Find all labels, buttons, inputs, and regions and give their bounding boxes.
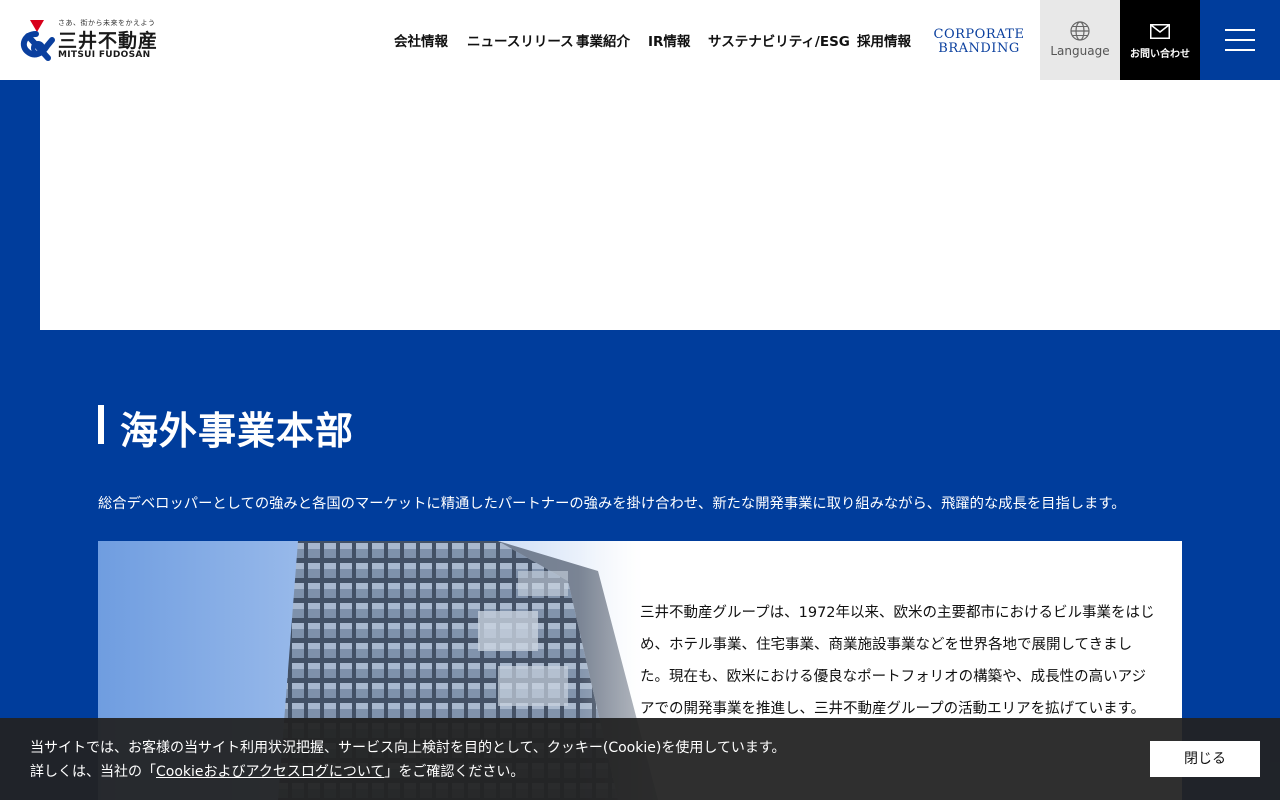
nav-item-recruit[interactable]: 採用情報 [857,0,911,80]
site-header: さあ、街から未来をかえよう 三井不動産 MITSUI FUDOSAN 会社情報 … [0,0,1280,80]
nav-label: ニュースリリース [467,34,574,50]
hamburger-menu-icon [1225,49,1255,51]
cookie-message: 当サイトでは、お客様の当サイト利用状況把握、サービス向上検討を目的として、クッキ… [30,736,786,784]
cookie-banner: 当サイトでは、お客様の当サイト利用状況把握、サービス向上検討を目的として、クッキ… [0,718,1280,800]
cookie-line-1: 当サイトでは、お客様の当サイト利用状況把握、サービス向上検討を目的として、クッキ… [30,740,786,756]
logo-ampersand-icon [20,20,55,61]
mail-icon [1150,24,1170,39]
section-title: 海外事業本部 [120,409,355,453]
hero-panel [40,80,1280,330]
nav-item-company[interactable]: 会社情報 [394,0,448,80]
contact-label: お問い合わせ [1130,49,1190,60]
hamburger-menu-icon [1225,39,1255,41]
globe-icon [1070,21,1090,41]
cookie-close-button[interactable]: 閉じる [1150,741,1260,777]
nav-label: 事業紹介 [576,34,630,50]
section-lead: 総合デベロッパーとしての強みと各国のマーケットに精通したパートナーの強みを掛け合… [98,496,1126,512]
corporate-branding-line1: CORPORATE [933,27,1025,42]
hamburger-menu-icon [1225,29,1255,31]
corporate-branding-link[interactable]: CORPORATE BRANDING [930,28,1028,56]
section-body: 三井不動産グループは、1972年以来、欧米の主要都市におけるビル事業をはじめ、ホ… [640,605,1155,717]
cookie-line-2-prefix: 詳しくは、当社の「 [30,764,156,780]
language-label: Language [1050,44,1110,58]
nav-label: 会社情報 [394,34,448,50]
logo-name-ja: 三井不動産 [58,30,159,52]
cookie-line-2: 詳しくは、当社の「Cookieおよびアクセスログについて」をご確認ください。 [30,760,786,784]
cookie-line-2-suffix: 」をご確認ください。 [384,764,525,780]
nav-item-business[interactable]: 事業紹介 [576,0,630,80]
nav-item-sustainability[interactable]: サステナビリティ/ESG [708,0,850,80]
nav-label: IR情報 [648,34,691,50]
logo-name-en: MITSUI FUDOSAN [58,50,151,60]
section-title-bar [98,405,104,444]
nav-label: サステナビリティ/ESG [708,34,850,50]
cookie-policy-link[interactable]: Cookieおよびアクセスログについて [156,764,384,780]
nav-label: 採用情報 [857,34,911,50]
hamburger-menu-button[interactable] [1200,0,1280,80]
site-logo[interactable]: さあ、街から未来をかえよう 三井不動産 MITSUI FUDOSAN [14,16,164,66]
nav-item-ir[interactable]: IR情報 [648,0,690,80]
corporate-branding-line2: BRANDING [938,41,1020,56]
nav-item-news[interactable]: ニュースリリース [467,0,574,80]
contact-button[interactable]: お問い合わせ [1120,0,1200,80]
language-button[interactable]: Language [1040,0,1120,80]
